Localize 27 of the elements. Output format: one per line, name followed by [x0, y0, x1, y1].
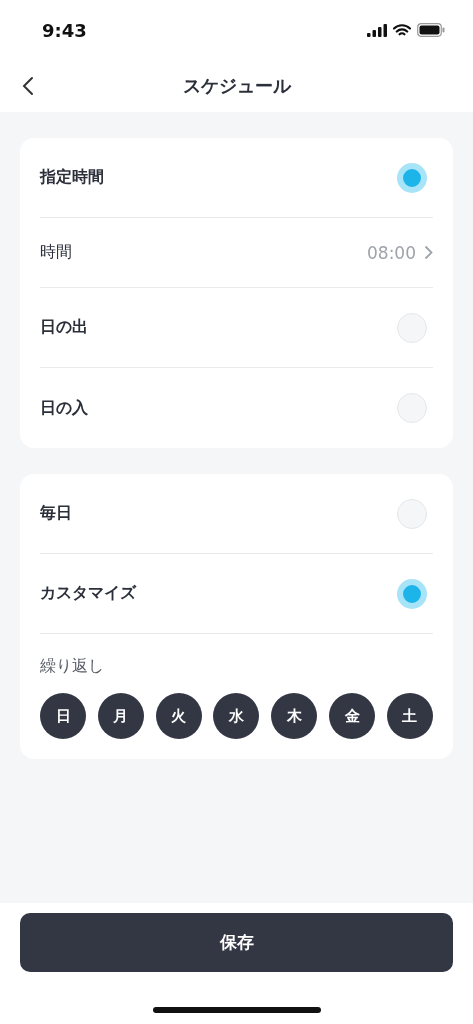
- back-icon[interactable]: [22, 76, 34, 96]
- radio-button[interactable]: [397, 393, 427, 423]
- day-button[interactable]: 月: [97, 693, 144, 739]
- battery-icon: [417, 23, 445, 37]
- option-label: 日の出: [40, 317, 88, 338]
- status-time: 9:43: [42, 19, 87, 41]
- wifi-icon: [393, 23, 411, 37]
- time-label: 時間: [40, 242, 72, 263]
- radio-button[interactable]: [397, 498, 427, 529]
- option-label: 日の入: [40, 397, 88, 419]
- day-button[interactable]: 水: [213, 693, 260, 739]
- radio-button[interactable]: [397, 578, 427, 609]
- day-button[interactable]: 日: [40, 693, 86, 739]
- chevron-right-icon: [424, 245, 433, 260]
- option-label: カスタマイズ: [40, 583, 136, 604]
- day-button[interactable]: 金: [329, 693, 376, 739]
- save-button[interactable]: 保存: [20, 913, 453, 972]
- option-label: 指定時間: [40, 167, 104, 188]
- repeat-label: 繰り返し: [40, 655, 105, 677]
- option-label: 毎日: [40, 503, 72, 524]
- day-button[interactable]: 土: [386, 693, 433, 739]
- radio-button[interactable]: [397, 312, 427, 343]
- day-button[interactable]: 火: [155, 693, 202, 739]
- page-title: スケジュール: [182, 74, 291, 98]
- day-button[interactable]: 木: [271, 693, 318, 739]
- radio-button[interactable]: [397, 162, 427, 193]
- signal-icon: [367, 23, 387, 37]
